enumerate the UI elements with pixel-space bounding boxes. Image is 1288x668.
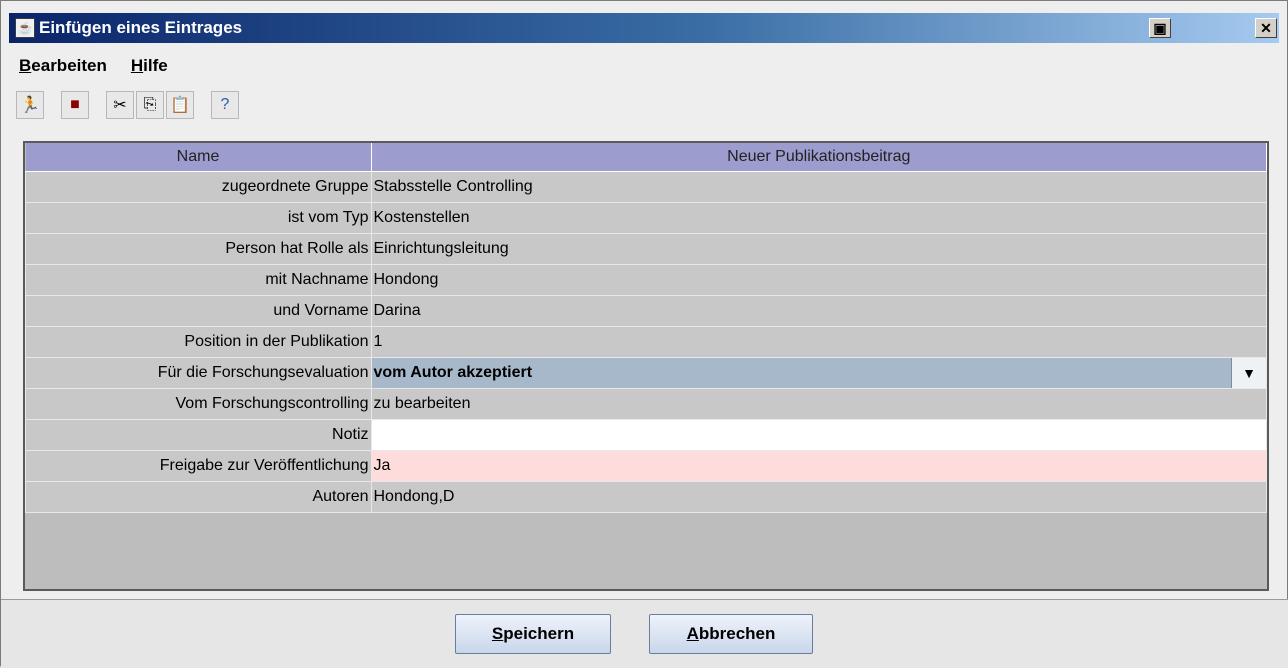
dropdown-selected-value: vom Autor akzeptiert [373, 364, 533, 381]
save-icon[interactable]: ■ [61, 91, 89, 119]
title-bar: ☕ Einfügen eines Eintrages ▣ ✕ [9, 13, 1279, 43]
chevron-down-icon[interactable]: ▼ [1231, 358, 1266, 388]
menu-bar: Bearbeiten Hilfe [9, 51, 182, 81]
row-value[interactable]: Hondong,D [370, 481, 1267, 513]
menu-bearbeiten[interactable]: Bearbeiten [19, 56, 107, 76]
cancel-button[interactable]: Abbrechen [649, 614, 813, 654]
button-bar: Speichern Abbrechen [1, 599, 1288, 668]
table-row[interactable]: zugeordnete Gruppe Stabsstelle Controlli… [25, 171, 1267, 203]
row-value[interactable]: Hondong [370, 264, 1267, 296]
table-row[interactable]: und Vorname Darina [25, 295, 1267, 327]
row-value[interactable]: Stabsstelle Controlling [370, 171, 1267, 203]
row-key: Person hat Rolle als [25, 233, 372, 265]
table-row[interactable]: mit Nachname Hondong [25, 264, 1267, 296]
java-app-icon: ☕ [15, 18, 35, 38]
row-key: Position in der Publikation [25, 326, 372, 358]
property-table: Name Neuer Publikationsbeitrag zugeordne… [23, 141, 1269, 591]
row-key: mit Nachname [25, 264, 372, 296]
window-title: Einfügen eines Eintrages [39, 18, 243, 37]
dialog-window: ☕ Einfügen eines Eintrages ▣ ✕ Bearbeite… [0, 0, 1288, 668]
row-key: zugeordnete Gruppe [25, 171, 372, 203]
column-header-name[interactable]: Name [25, 143, 372, 172]
table-row[interactable]: Vom Forschungscontrolling zu bearbeiten [25, 388, 1267, 420]
table-row[interactable]: Person hat Rolle als Einrichtungsleitung [25, 233, 1267, 265]
copy-icon[interactable]: ⎘ [136, 91, 164, 119]
row-key: Für die Forschungsevaluation [25, 357, 372, 389]
row-key: Vom Forschungscontrolling [25, 388, 372, 420]
row-value[interactable]: Kostenstellen [370, 202, 1267, 234]
table-row[interactable]: Position in der Publikation 1 [25, 326, 1267, 358]
paste-icon[interactable]: 📋 [166, 91, 194, 119]
restore-icon[interactable]: ▣ [1149, 18, 1171, 38]
table-row[interactable]: Für die Forschungsevaluation vom Autor a… [25, 357, 1267, 389]
row-value[interactable]: 1 [370, 326, 1267, 358]
table-row[interactable]: Notiz [25, 419, 1267, 451]
evaluation-dropdown[interactable]: vom Autor akzeptiert ▼ [370, 357, 1267, 389]
freigabe-field[interactable]: Ja [370, 450, 1267, 482]
notiz-field[interactable] [370, 419, 1267, 451]
toolbar: 🏃 ■ ✂ ⎘ 📋 ? [9, 85, 1279, 125]
exit-icon[interactable]: 🏃 [16, 91, 44, 119]
row-key: Notiz [25, 419, 372, 451]
close-icon[interactable]: ✕ [1255, 18, 1277, 38]
row-key: Freigabe zur Veröffentlichung [25, 450, 372, 482]
table-row[interactable]: Autoren Hondong,D [25, 481, 1267, 513]
menu-hilfe[interactable]: Hilfe [131, 56, 168, 76]
row-value[interactable]: Darina [370, 295, 1267, 327]
cut-icon[interactable]: ✂ [106, 91, 134, 119]
table-row[interactable]: ist vom Typ Kostenstellen [25, 202, 1267, 234]
table-row[interactable]: Freigabe zur Veröffentlichung Ja [25, 450, 1267, 482]
help-icon[interactable]: ? [211, 91, 239, 119]
row-key: Autoren [25, 481, 372, 513]
row-value[interactable]: Einrichtungsleitung [370, 233, 1267, 265]
save-button[interactable]: Speichern [455, 614, 611, 654]
row-key: ist vom Typ [25, 202, 372, 234]
column-header-value[interactable]: Neuer Publikationsbeitrag [371, 143, 1267, 172]
row-value[interactable]: zu bearbeiten [370, 388, 1267, 420]
row-key: und Vorname [25, 295, 372, 327]
